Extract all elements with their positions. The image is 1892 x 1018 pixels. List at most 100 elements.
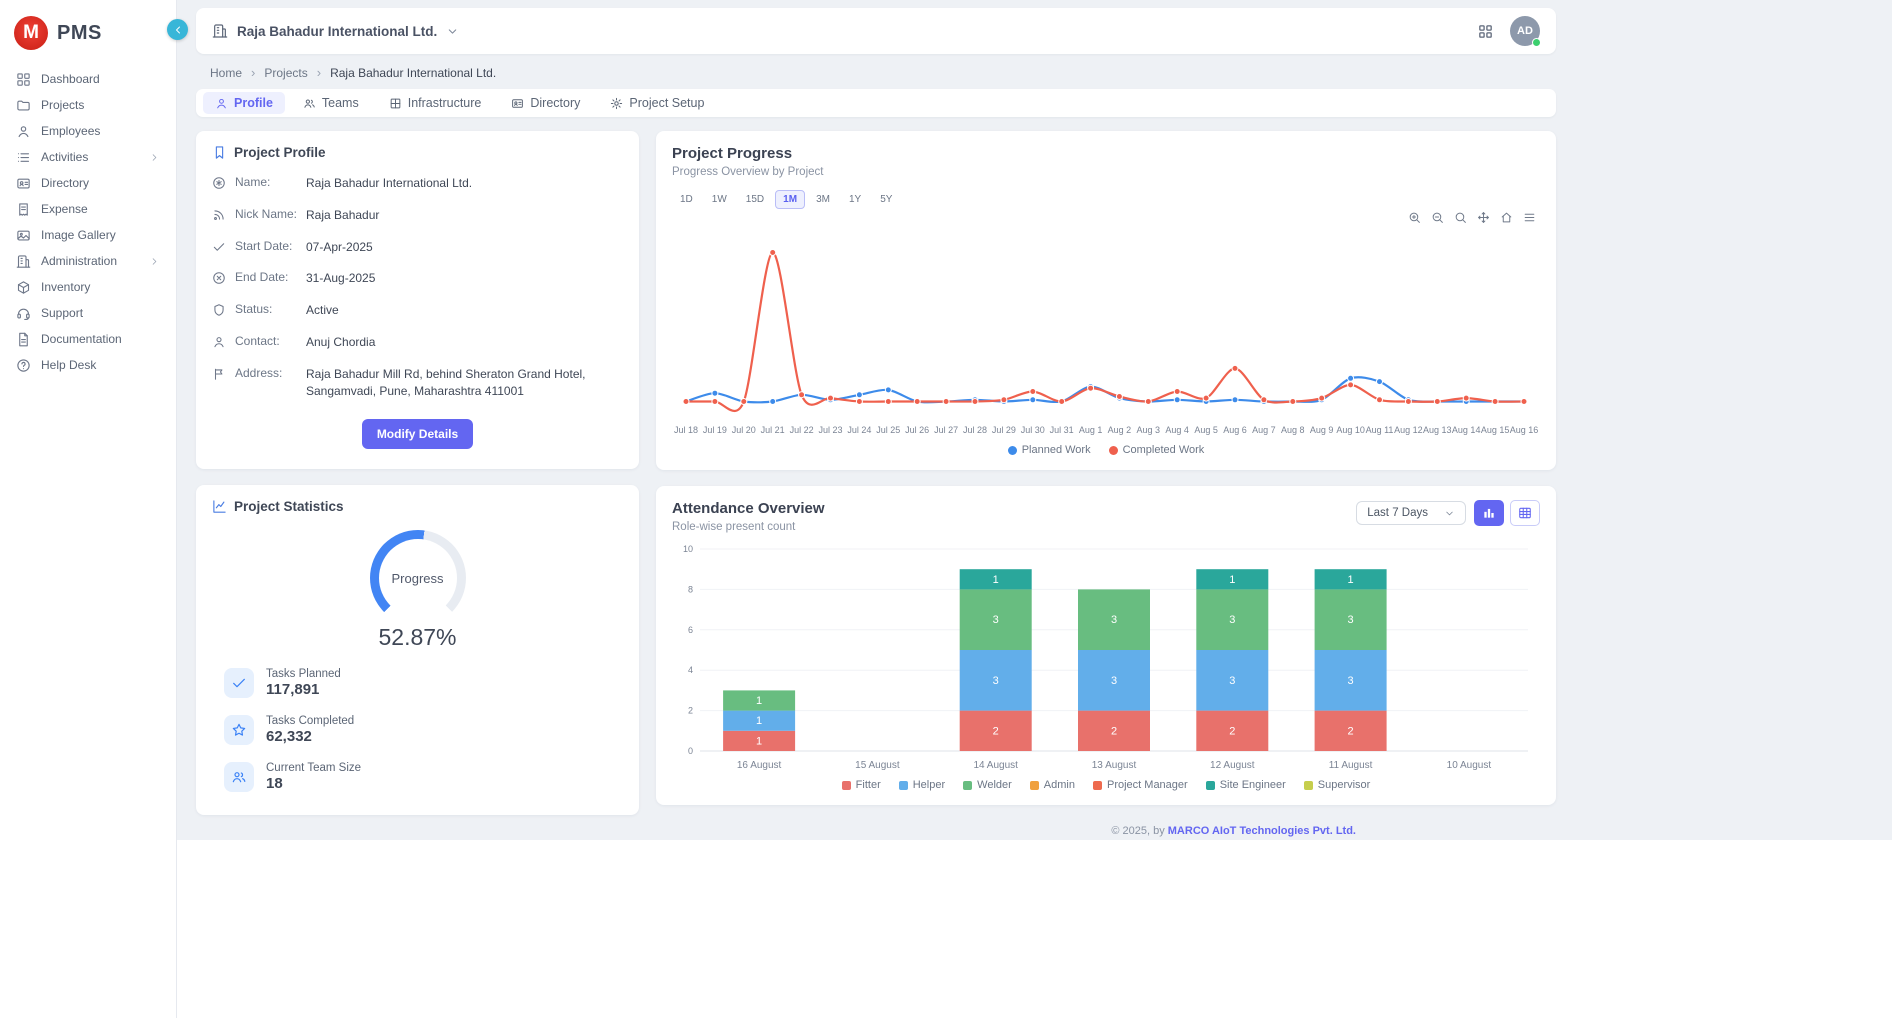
- svg-text:Jul 26: Jul 26: [905, 425, 929, 435]
- project-progress-line-chart[interactable]: Jul 18Jul 19Jul 20Jul 21Jul 22Jul 23Jul …: [672, 226, 1538, 438]
- range-button-15d[interactable]: 15D: [738, 190, 772, 209]
- range-button-1w[interactable]: 1W: [704, 190, 735, 209]
- menu-icon[interactable]: [1523, 211, 1536, 224]
- svg-text:Jul 24: Jul 24: [847, 425, 871, 435]
- zoom-out-icon[interactable]: [1431, 211, 1444, 224]
- building-icon: [212, 23, 228, 39]
- svg-text:16 August: 16 August: [737, 760, 782, 771]
- tab-profile[interactable]: Profile: [203, 92, 285, 114]
- legend-completed-work[interactable]: Completed Work: [1109, 444, 1205, 456]
- legend-fitter[interactable]: Fitter: [842, 779, 881, 791]
- legend-supervisor[interactable]: Supervisor: [1304, 779, 1371, 791]
- attendance-title: Attendance Overview: [672, 500, 825, 517]
- svg-text:3: 3: [1348, 675, 1354, 687]
- sidebar-item-expense[interactable]: Expense: [0, 196, 176, 222]
- progress-chart-subtitle: Progress Overview by Project: [672, 166, 1540, 178]
- stat-value: 18: [266, 775, 361, 792]
- svg-text:2: 2: [1111, 725, 1117, 737]
- tab-label: Teams: [322, 96, 359, 110]
- date-range-select-value: Last 7 Days: [1367, 507, 1428, 519]
- check-icon: [212, 240, 226, 254]
- range-button-3m[interactable]: 3M: [808, 190, 838, 209]
- footer-company-link[interactable]: MARCO AIoT Technologies Pvt. Ltd.: [1168, 825, 1356, 837]
- tab-teams[interactable]: Teams: [291, 92, 371, 114]
- svg-text:2: 2: [993, 725, 999, 737]
- field-value: Raja Bahadur International Ltd.: [306, 175, 623, 192]
- svg-text:3: 3: [1348, 614, 1354, 626]
- legend-planned-work[interactable]: Planned Work: [1008, 444, 1091, 456]
- sidebar-item-documentation[interactable]: Documentation: [0, 326, 176, 352]
- pan-icon[interactable]: [1477, 211, 1490, 224]
- progress-percentage: 52.87%: [378, 624, 456, 651]
- svg-text:Jul 23: Jul 23: [818, 425, 842, 435]
- field-label: Address:: [235, 366, 297, 380]
- legend-welder[interactable]: Welder: [963, 779, 1012, 791]
- sidebar-item-projects[interactable]: Projects: [0, 92, 176, 118]
- star-icon: [231, 722, 247, 738]
- footer: © 2025, by MARCO AIoT Technologies Pvt. …: [196, 815, 1556, 837]
- stat-current-team-size: Current Team Size18: [212, 762, 623, 792]
- tab-project-setup[interactable]: Project Setup: [598, 92, 716, 114]
- apps-menu-button[interactable]: [1477, 23, 1494, 40]
- svg-text:Aug 7: Aug 7: [1252, 425, 1276, 435]
- attendance-stacked-bar-chart[interactable]: 024681016 August11115 August14 August233…: [672, 541, 1538, 773]
- breadcrumb-item[interactable]: Projects: [264, 66, 307, 80]
- view-table-grid-button[interactable]: [1510, 500, 1540, 526]
- modify-details-button[interactable]: Modify Details: [362, 419, 473, 449]
- range-button-5y[interactable]: 5Y: [872, 190, 900, 209]
- chart-toolbar: [672, 211, 1540, 224]
- avatar[interactable]: AD: [1510, 16, 1540, 46]
- stat-items: Tasks Planned117,891Tasks Completed62,33…: [212, 668, 623, 792]
- sidebar-item-support[interactable]: Support: [0, 300, 176, 326]
- range-button-1y[interactable]: 1Y: [841, 190, 869, 209]
- view-bar-chart-button[interactable]: [1474, 500, 1504, 526]
- table-grid-icon: [1518, 506, 1532, 520]
- sidebar-item-administration[interactable]: Administration: [0, 248, 176, 274]
- date-range-select[interactable]: Last 7 Days: [1356, 501, 1466, 525]
- zoom-in-icon[interactable]: [1408, 211, 1421, 224]
- grid-icon: [389, 97, 402, 110]
- home-icon[interactable]: [1500, 211, 1513, 224]
- user-icon: [215, 97, 228, 110]
- breadcrumb-item[interactable]: Raja Bahadur International Ltd.: [330, 66, 496, 80]
- range-button-1m[interactable]: 1M: [775, 190, 805, 209]
- stat-tasks-completed: Tasks Completed62,332: [212, 715, 623, 745]
- stat-icon-tile: [224, 715, 254, 745]
- range-button-1d[interactable]: 1D: [672, 190, 701, 209]
- gear-icon: [610, 97, 623, 110]
- svg-text:6: 6: [688, 625, 693, 635]
- tab-directory[interactable]: Directory: [499, 92, 592, 114]
- brand[interactable]: M PMS: [0, 10, 176, 66]
- legend-site-engineer[interactable]: Site Engineer: [1206, 779, 1286, 791]
- sidebar-item-image-gallery[interactable]: Image Gallery: [0, 222, 176, 248]
- apps-grid-icon: [1477, 23, 1494, 40]
- sidebar-item-dashboard[interactable]: Dashboard: [0, 66, 176, 92]
- stat-icon-tile: [224, 668, 254, 698]
- receipt-icon: [16, 202, 31, 217]
- sidebar-item-activities[interactable]: Activities: [0, 144, 176, 170]
- tab-infrastructure[interactable]: Infrastructure: [377, 92, 494, 114]
- sidebar-item-label: Activities: [41, 150, 88, 164]
- svg-text:Aug 14: Aug 14: [1452, 425, 1481, 435]
- sidebar-item-help-desk[interactable]: Help Desk: [0, 352, 176, 378]
- search-icon[interactable]: [1454, 211, 1467, 224]
- legend-admin[interactable]: Admin: [1030, 779, 1075, 791]
- progress-label: Progress: [370, 530, 466, 626]
- sidebar-item-inventory[interactable]: Inventory: [0, 274, 176, 300]
- svg-text:3: 3: [993, 614, 999, 626]
- breadcrumb-item[interactable]: Home: [210, 66, 242, 80]
- time-range-selector: 1D1W15D1M3M1Y5Y: [672, 190, 1540, 209]
- legend-helper[interactable]: Helper: [899, 779, 945, 791]
- sidebar-item-directory[interactable]: Directory: [0, 170, 176, 196]
- svg-text:14 August: 14 August: [973, 760, 1018, 771]
- svg-text:Jul 18: Jul 18: [674, 425, 698, 435]
- sidebar-collapse-button[interactable]: [167, 19, 188, 40]
- svg-text:11 August: 11 August: [1329, 760, 1373, 771]
- field-value: Raja Bahadur Mill Rd, behind Sheraton Gr…: [306, 366, 623, 400]
- box-icon: [16, 280, 31, 295]
- legend-project-manager[interactable]: Project Manager: [1093, 779, 1188, 791]
- stat-label: Current Team Size: [266, 762, 361, 774]
- stats-card-title: Project Statistics: [212, 499, 623, 514]
- company-selector[interactable]: Raja Bahadur International Ltd.: [212, 23, 459, 39]
- sidebar-item-employees[interactable]: Employees: [0, 118, 176, 144]
